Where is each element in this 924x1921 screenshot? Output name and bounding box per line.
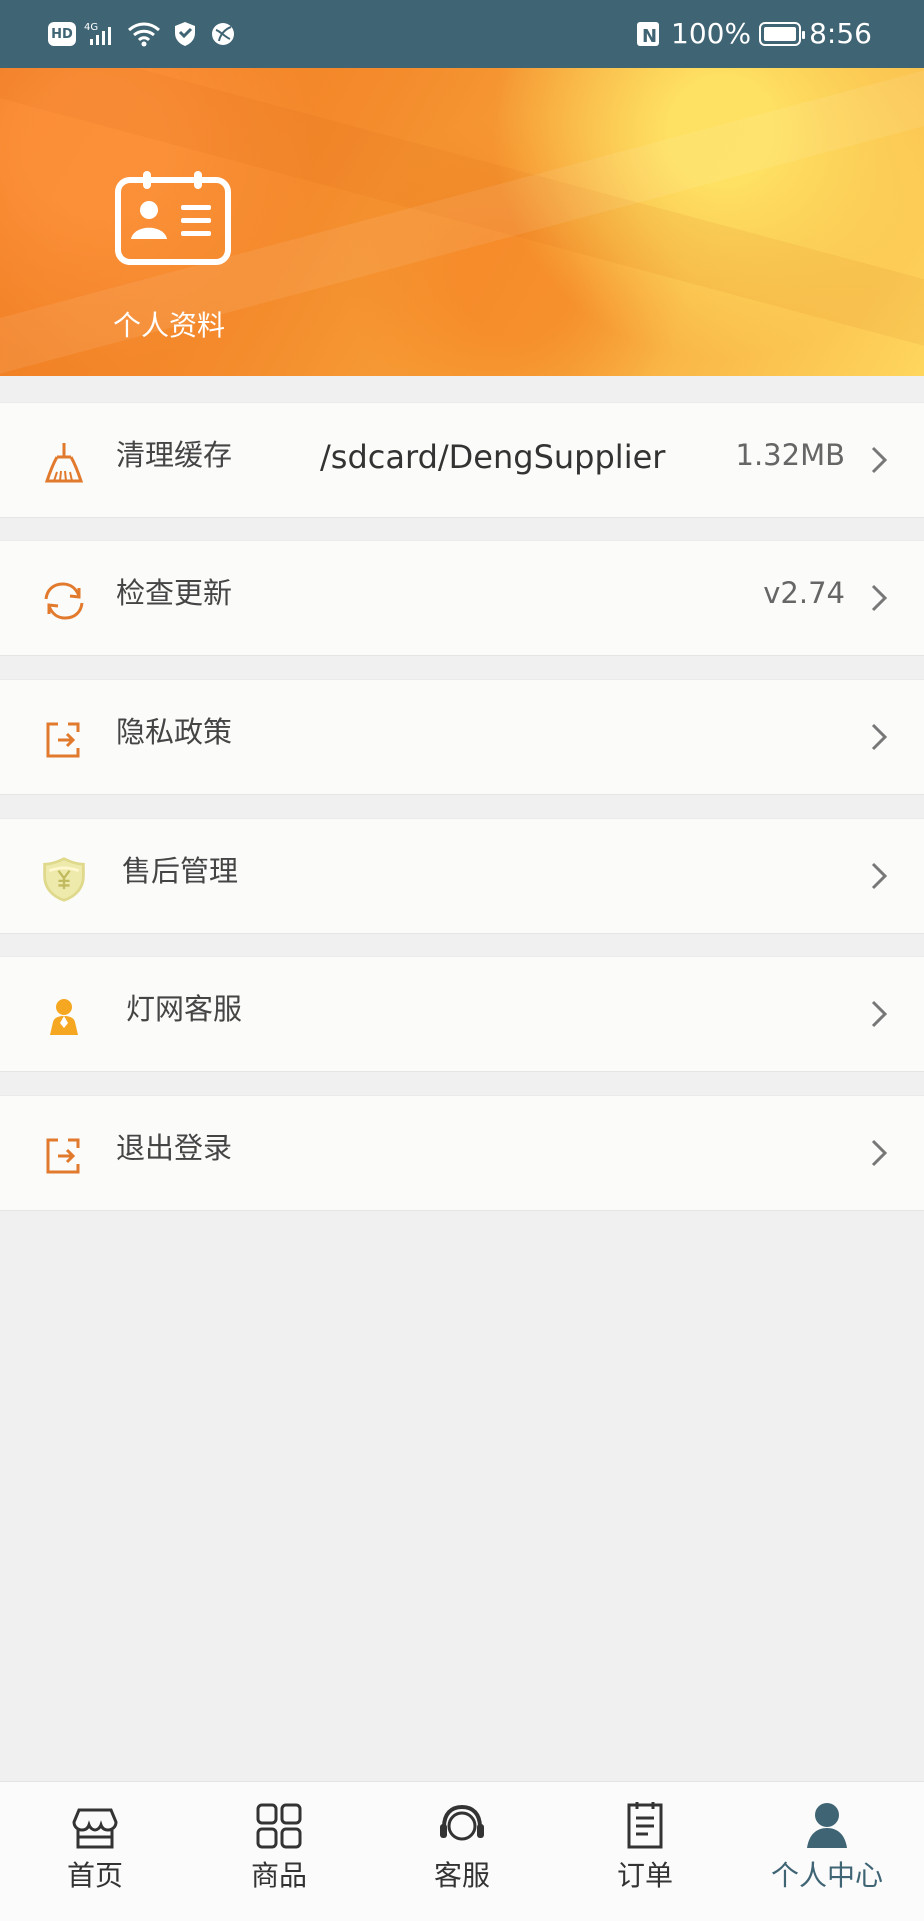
cache-path: /sdcard/DengSupplier	[320, 438, 666, 476]
status-bar: HD 4G N 100% 8:56	[0, 0, 924, 68]
after-sales-label: 售后管理	[122, 854, 239, 888]
nav-products[interactable]: 商品	[204, 1798, 354, 1902]
nav-profile-label: 个人中心	[770, 1859, 883, 1892]
clear-cache-row[interactable]: 清理缓存 /sdcard/DengSupplier 1.32MB	[0, 402, 924, 518]
after-sales-row[interactable]: 售后管理	[0, 818, 924, 934]
battery-percent: 100%	[671, 17, 752, 50]
privacy-policy-row[interactable]: 隐私政策	[0, 679, 924, 795]
version-value: v2.74	[763, 576, 845, 610]
id-card-icon[interactable]	[114, 171, 232, 267]
customer-service-row[interactable]: 灯网客服	[0, 956, 924, 1072]
logout-icon	[46, 722, 80, 758]
battery-fill	[764, 27, 797, 41]
nav-home[interactable]: 首页	[20, 1798, 170, 1902]
broom-icon	[44, 443, 84, 483]
logout-row[interactable]: 退出登录	[0, 1095, 924, 1211]
nav-service[interactable]: 客服	[387, 1798, 537, 1902]
nav-products-label: 商品	[250, 1859, 307, 1892]
grid-icon	[256, 1803, 302, 1849]
globe-icon	[212, 23, 234, 45]
logout-icon	[46, 1138, 80, 1174]
refresh-icon	[44, 582, 84, 620]
nav-profile[interactable]: 个人中心	[752, 1798, 902, 1902]
user-icon	[807, 1803, 847, 1848]
chevron-right-icon	[871, 446, 888, 474]
clear-cache-label: 清理缓存	[116, 438, 233, 472]
customer-service-label: 灯网客服	[126, 992, 243, 1026]
bottom-navigation: 首页 商品 客服 订单 个人中心	[0, 1781, 924, 1921]
status-time: 8:56	[809, 17, 872, 50]
nav-orders[interactable]: 订单	[570, 1798, 720, 1902]
yuan-shield-icon	[43, 857, 85, 902]
chevron-right-icon	[871, 584, 888, 612]
status-left-icons: HD 4G	[48, 16, 238, 52]
nav-home-label: 首页	[66, 1859, 123, 1892]
check-update-row[interactable]: 检查更新 v2.74	[0, 540, 924, 656]
store-icon	[72, 1808, 118, 1849]
chevron-right-icon	[871, 723, 888, 751]
svg-text:N: N	[642, 26, 657, 47]
battery-icon	[759, 22, 806, 46]
logout-label: 退出登录	[116, 1131, 233, 1165]
headset-icon	[440, 1804, 484, 1841]
nav-orders-label: 订单	[616, 1859, 673, 1892]
chevron-right-icon	[871, 1139, 888, 1167]
nfc-icon: N	[637, 22, 660, 47]
nav-service-label: 客服	[433, 1859, 490, 1892]
wifi-icon	[128, 22, 160, 47]
status-right-icons: N 100% 8:56	[633, 14, 872, 54]
shield-icon	[175, 22, 195, 46]
document-icon	[627, 1802, 663, 1849]
hd-icon: HD	[48, 22, 76, 46]
svg-text:4G: 4G	[84, 22, 98, 33]
chevron-right-icon	[871, 1000, 888, 1028]
chevron-right-icon	[871, 862, 888, 890]
battery-tip	[802, 31, 806, 39]
privacy-policy-label: 隐私政策	[116, 715, 233, 749]
profile-label: 个人资料	[113, 309, 226, 342]
person-icon	[50, 999, 78, 1035]
check-update-label: 检查更新	[116, 576, 233, 610]
cache-size: 1.32MB	[735, 438, 846, 472]
4g-icon: 4G	[84, 22, 111, 45]
